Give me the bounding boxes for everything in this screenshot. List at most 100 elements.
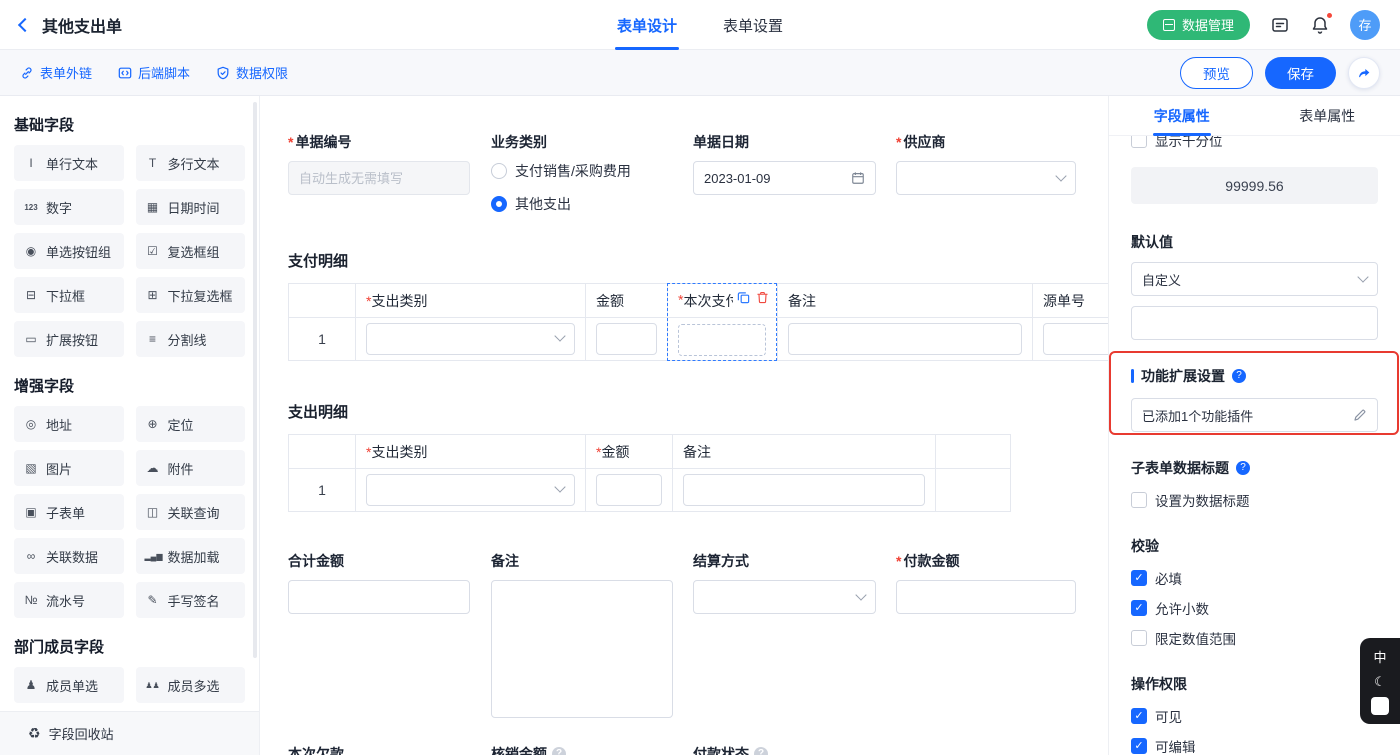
translate-lang-icon[interactable]: 中 — [1373, 647, 1386, 666]
expense-type-select[interactable] — [366, 474, 575, 506]
radio-option-other-expense[interactable]: 其他支出 — [491, 194, 673, 214]
sidebar-item-data-load[interactable]: ▂▄▆数据加载 — [136, 538, 246, 574]
limit-range-checkbox[interactable]: 限定数值范围 — [1131, 628, 1378, 648]
set-data-title-checkbox[interactable]: 设置为数据标题 — [1131, 490, 1378, 510]
sidebar-item-subform[interactable]: ▣子表单 — [14, 494, 124, 530]
field-writeoff-amount[interactable]: 核销金额? — [491, 744, 566, 755]
notification-bell-icon[interactable] — [1310, 15, 1330, 35]
sidebar-item-signature[interactable]: ✎手写签名 — [136, 582, 246, 618]
field-supplier[interactable]: *供应商 — [896, 132, 1076, 195]
sidebar-item-multi-line-text[interactable]: T多行文本 — [136, 145, 246, 181]
share-button[interactable] — [1348, 57, 1380, 89]
sidebar-item-radio-group[interactable]: ◉单选按钮组 — [14, 233, 124, 269]
field-total-amount[interactable]: 合计金额 — [288, 551, 470, 614]
serial-number-icon: № — [23, 593, 39, 607]
field-recycle-bin[interactable]: ♻ 字段回收站 — [0, 711, 259, 755]
sidebar-item-member-multi[interactable]: ♟♟成员多选 — [136, 667, 246, 703]
pay-amount-input[interactable] — [896, 580, 1076, 614]
save-button[interactable]: 保存 — [1265, 57, 1336, 89]
field-pay-status[interactable]: 付款状态? — [693, 744, 768, 755]
remark-input[interactable] — [788, 323, 1022, 355]
data-permission-link[interactable]: 数据权限 — [216, 63, 288, 82]
column-header-expense-type[interactable]: *支出类别 — [356, 284, 586, 318]
sidebar-item-linked-query[interactable]: ◫关联查询 — [136, 494, 246, 530]
subform-payment-detail[interactable]: 支付明细 *支出类别 金额 *本次支付 备注 源单号 1 — [288, 250, 1108, 361]
remark-input[interactable] — [683, 474, 925, 506]
extension-plugin-box[interactable]: 已添加1个功能插件 — [1131, 398, 1378, 432]
amount-input[interactable] — [596, 323, 657, 355]
radio-option-sales-purchase[interactable]: 支付销售/采购费用 — [491, 161, 673, 181]
supplier-select[interactable] — [896, 161, 1076, 195]
subform-expense-detail[interactable]: 支出明细 *支出类别 *金额 备注 1 — [288, 401, 1010, 512]
sidebar-item-extend-button[interactable]: ▭扩展按钮 — [14, 321, 124, 357]
default-value-input[interactable] — [1131, 306, 1378, 340]
form-canvas[interactable]: *单据编号 业务类别 支付销售/采购费用 其他支出 单据日期 2023-01-0… — [260, 96, 1108, 755]
sidebar-item-datetime[interactable]: ▦日期时间 — [136, 189, 246, 225]
sidebar-item-divider[interactable]: ≡分割线 — [136, 321, 246, 357]
visible-checkbox[interactable]: ✓ 可见 — [1131, 706, 1378, 726]
column-header-amount[interactable]: *金额 — [586, 435, 673, 469]
remark-textarea[interactable] — [491, 580, 673, 718]
sidebar-scrollbar[interactable] — [253, 102, 257, 658]
feedback-icon[interactable] — [1270, 15, 1290, 35]
extension-logo-icon[interactable] — [1371, 697, 1389, 715]
moon-icon[interactable]: ☾ — [1374, 675, 1386, 688]
expense-type-select[interactable] — [366, 323, 575, 355]
help-icon[interactable]: ? — [1236, 461, 1250, 475]
browser-extension-widget[interactable]: 中 ☾ — [1360, 638, 1400, 724]
sidebar-item-dropdown[interactable]: ⊟下拉框 — [14, 277, 124, 313]
sidebar-item-member-single[interactable]: ♟成员单选 — [14, 667, 124, 703]
sidebar-item-single-line-text[interactable]: I单行文本 — [14, 145, 124, 181]
date-input[interactable]: 2023-01-09 — [693, 161, 876, 195]
tab-form-design[interactable]: 表单设计 — [617, 0, 677, 50]
sidebar-item-multi-dropdown[interactable]: ⊞下拉复选框 — [136, 277, 246, 313]
field-label: 备注 — [491, 551, 519, 571]
field-pay-amount[interactable]: *付款金额 — [896, 551, 1076, 614]
field-receipt-date[interactable]: 单据日期 2023-01-09 — [693, 132, 876, 195]
column-header-remark[interactable]: 备注 — [778, 284, 1033, 318]
sidebar-item-checkbox-group[interactable]: ☑复选框组 — [136, 233, 246, 269]
preview-button[interactable]: 预览 — [1180, 57, 1253, 89]
field-business-category[interactable]: 业务类别 支付销售/采购费用 其他支出 — [491, 132, 673, 227]
tab-form-properties[interactable]: 表单属性 — [1255, 96, 1400, 135]
total-amount-input[interactable] — [288, 580, 470, 614]
amount-input[interactable] — [596, 474, 662, 506]
sidebar-item-image[interactable]: ▧图片 — [14, 450, 124, 486]
backend-script-link[interactable]: 后端脚本 — [118, 63, 190, 82]
back-button[interactable] — [20, 20, 30, 30]
copy-field-icon[interactable] — [737, 291, 750, 304]
sidebar-item-location[interactable]: ⊕定位 — [136, 406, 246, 442]
linked-data-icon: ∞ — [23, 549, 39, 563]
allow-decimal-checkbox[interactable]: ✓ 允许小数 — [1131, 598, 1378, 618]
chevron-down-icon — [554, 330, 565, 341]
required-checkbox[interactable]: ✓ 必填 — [1131, 568, 1378, 588]
column-header-amount[interactable]: 金额 — [586, 284, 668, 318]
thousands-separator-checkbox[interactable]: 显示千分位 — [1131, 136, 1378, 150]
field-current-debt[interactable]: 本次欠款 — [288, 744, 344, 755]
column-header-source-no[interactable]: 源单号 — [1033, 284, 1109, 318]
sidebar-item-address[interactable]: ◎地址 — [14, 406, 124, 442]
column-header-expense-type[interactable]: *支出类别 — [356, 435, 586, 469]
data-manage-button[interactable]: 数据管理 — [1147, 10, 1250, 40]
sidebar-item-number[interactable]: 123数字 — [14, 189, 124, 225]
current-payment-cell[interactable] — [668, 318, 778, 361]
receipt-no-input[interactable] — [288, 161, 470, 195]
sidebar-item-serial-number[interactable]: №流水号 — [14, 582, 124, 618]
field-receipt-no[interactable]: *单据编号 — [288, 132, 470, 195]
column-header-remark[interactable]: 备注 — [673, 435, 936, 469]
source-no-input[interactable] — [1043, 323, 1108, 355]
tab-form-settings[interactable]: 表单设置 — [723, 0, 783, 50]
form-external-link[interactable]: 表单外链 — [20, 63, 92, 82]
help-icon[interactable]: ? — [1232, 369, 1246, 383]
default-value-select[interactable]: 自定义 — [1131, 262, 1378, 296]
delete-field-icon[interactable] — [756, 291, 769, 304]
editable-checkbox[interactable]: ✓ 可编辑 — [1131, 736, 1378, 755]
field-remark[interactable]: 备注 — [491, 551, 673, 718]
settlement-select[interactable] — [693, 580, 876, 614]
field-settlement-method[interactable]: 结算方式 — [693, 551, 876, 614]
sidebar-item-linked-data[interactable]: ∞关联数据 — [14, 538, 124, 574]
tab-field-properties[interactable]: 字段属性 — [1109, 96, 1255, 135]
panel-tabs: 字段属性 表单属性 — [1109, 96, 1400, 136]
sidebar-item-attachment[interactable]: ☁附件 — [136, 450, 246, 486]
user-avatar[interactable]: 存 — [1350, 10, 1380, 40]
